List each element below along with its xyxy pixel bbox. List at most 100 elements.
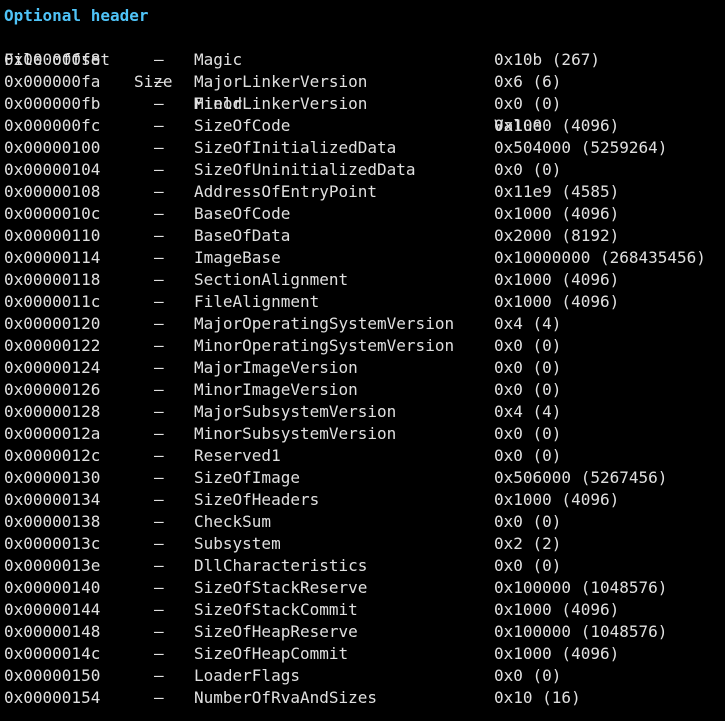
row-value: 0x2 (2) — [494, 534, 562, 553]
row-field: MinorImageVersion — [194, 380, 358, 399]
table-row: 0x00000108 — AddressOfEntryPoint 0x11e9 (45… — [4, 181, 725, 203]
row-field: ImageBase — [194, 248, 281, 267]
row-offset: 0x00000144 — [4, 600, 101, 619]
row-value: 0x504000 (5259264) — [494, 138, 668, 157]
table-row: 0x000000f8 — Magic 0x10b (267) — [4, 49, 725, 71]
row-value: 0x10000000 (268435456) — [494, 248, 706, 267]
table-row: 0x00000120 — MajorOperatingSystemVersion 0x… — [4, 313, 725, 335]
row-offset: 0x00000134 — [4, 490, 101, 509]
row-field: SectionAlignment — [194, 270, 349, 289]
row-size: — — [154, 94, 164, 113]
table-row: 0x000000fa — MajorLinkerVersion 0x6 (6) — [4, 71, 725, 93]
row-offset: 0x000000fc — [4, 116, 101, 135]
row-offset: 0x00000108 — [4, 182, 101, 201]
table-row: 0x00000104 — SizeOfUninitializedData 0x0 (0… — [4, 159, 725, 181]
row-size: — — [154, 468, 164, 487]
row-size: — — [154, 160, 164, 179]
row-value: 0x0 (0) — [494, 336, 562, 355]
row-size: — — [154, 226, 164, 245]
row-size: — — [154, 380, 164, 399]
row-field: SizeOfStackReserve — [194, 578, 368, 597]
row-field: BaseOfData — [194, 226, 291, 245]
row-offset: 0x00000154 — [4, 688, 101, 707]
row-field: SizeOfHeapReserve — [194, 622, 358, 641]
row-value: 0x1000 (4096) — [494, 490, 620, 509]
table-row: 0x0000013c — Subsystem 0x2 (2) — [4, 533, 725, 555]
row-size: — — [154, 490, 164, 509]
table-row: 0x00000126 — MinorImageVersion 0x0 (0) — [4, 379, 725, 401]
row-value: 0x100000 (1048576) — [494, 622, 668, 641]
row-field: SizeOfCode — [194, 116, 291, 135]
row-value: 0x1000 (4096) — [494, 644, 620, 663]
header-fields-table: 0x000000f8 — Magic 0x10b (267) 0x000000fa — Ma… — [4, 49, 725, 709]
row-offset: 0x00000122 — [4, 336, 101, 355]
row-value: 0x0 (0) — [494, 94, 562, 113]
row-value: 0x0 (0) — [494, 446, 562, 465]
table-row: 0x00000148 — SizeOfHeapReserve 0x100000 (10… — [4, 621, 725, 643]
table-row: 0x00000138 — CheckSum 0x0 (0) — [4, 511, 725, 533]
row-size: — — [154, 424, 164, 443]
row-offset: 0x000000f8 — [4, 50, 101, 69]
row-value: 0x1000 (4096) — [494, 270, 620, 289]
row-size: — — [154, 600, 164, 619]
row-size: — — [154, 358, 164, 377]
table-row: 0x00000154 — NumberOfRvaAndSizes 0x10 (16) — [4, 687, 725, 709]
row-value: 0x6 (6) — [494, 72, 562, 91]
row-size: — — [154, 446, 164, 465]
row-value: 0x0 (0) — [494, 512, 562, 531]
row-size: — — [154, 644, 164, 663]
table-row: 0x0000012a — MinorSubsystemVersion 0x0 (0) — [4, 423, 725, 445]
row-value: 0x100000 (1048576) — [494, 578, 668, 597]
row-value: 0x506000 (5267456) — [494, 468, 668, 487]
row-field: AddressOfEntryPoint — [194, 182, 378, 201]
row-size: — — [154, 204, 164, 223]
row-field: Reserved1 — [194, 446, 281, 465]
row-offset: 0x00000120 — [4, 314, 101, 333]
table-row: 0x000000fb — MinorLinkerVersion 0x0 (0) — [4, 93, 725, 115]
row-value: 0x0 (0) — [494, 160, 562, 179]
table-row: 0x00000140 — SizeOfStackReserve 0x100000 (1… — [4, 577, 725, 599]
row-field: DllCharacteristics — [194, 556, 368, 575]
row-field: Magic — [194, 50, 243, 69]
row-value: 0x0 (0) — [494, 666, 562, 685]
row-offset: 0x000000fa — [4, 72, 101, 91]
row-field: NumberOfRvaAndSizes — [194, 688, 378, 707]
row-size: — — [154, 72, 164, 91]
row-size: — — [154, 270, 164, 289]
row-offset: 0x00000140 — [4, 578, 101, 597]
row-value: 0x0 (0) — [494, 424, 562, 443]
row-field: MajorOperatingSystemVersion — [194, 314, 455, 333]
table-row: 0x00000134 — SizeOfHeaders 0x1000 (4096) — [4, 489, 725, 511]
table-row: 0x00000114 — ImageBase 0x10000000 (26843545… — [4, 247, 725, 269]
table-row: 0x00000124 — MajorImageVersion 0x0 (0) — [4, 357, 725, 379]
row-offset: 0x0000010c — [4, 204, 101, 223]
row-offset: 0x00000114 — [4, 248, 101, 267]
row-offset: 0x0000012c — [4, 446, 101, 465]
row-field: MinorOperatingSystemVersion — [194, 336, 455, 355]
row-size: — — [154, 512, 164, 531]
table-row: 0x00000100 — SizeOfInitializedData 0x504000… — [4, 137, 725, 159]
table-row: 0x00000110 — BaseOfData 0x2000 (8192) — [4, 225, 725, 247]
row-value: 0x0 (0) — [494, 380, 562, 399]
row-value: 0x1000 (4096) — [494, 292, 620, 311]
table-row: 0x0000010c — BaseOfCode 0x1000 (4096) — [4, 203, 725, 225]
row-field: MinorSubsystemVersion — [194, 424, 397, 443]
row-field: SizeOfHeapCommit — [194, 644, 349, 663]
row-value: 0x10 (16) — [494, 688, 581, 707]
table-row: 0x000000fc — SizeOfCode 0x1000 (4096) — [4, 115, 725, 137]
row-field: SizeOfStackCommit — [194, 600, 358, 619]
row-offset: 0x00000150 — [4, 666, 101, 685]
row-size: — — [154, 666, 164, 685]
row-size: — — [154, 336, 164, 355]
row-offset: 0x00000148 — [4, 622, 101, 641]
row-offset: 0x00000100 — [4, 138, 101, 157]
row-field: MajorImageVersion — [194, 358, 358, 377]
row-value: 0x1000 (4096) — [494, 600, 620, 619]
row-size: — — [154, 402, 164, 421]
row-size: — — [154, 292, 164, 311]
row-offset: 0x00000130 — [4, 468, 101, 487]
row-size: — — [154, 248, 164, 267]
terminal-output: Optional header File offset Size Field V… — [0, 0, 725, 709]
row-field: FileAlignment — [194, 292, 320, 311]
table-row: 0x00000128 — MajorSubsystemVersion 0x4 (4) — [4, 401, 725, 423]
